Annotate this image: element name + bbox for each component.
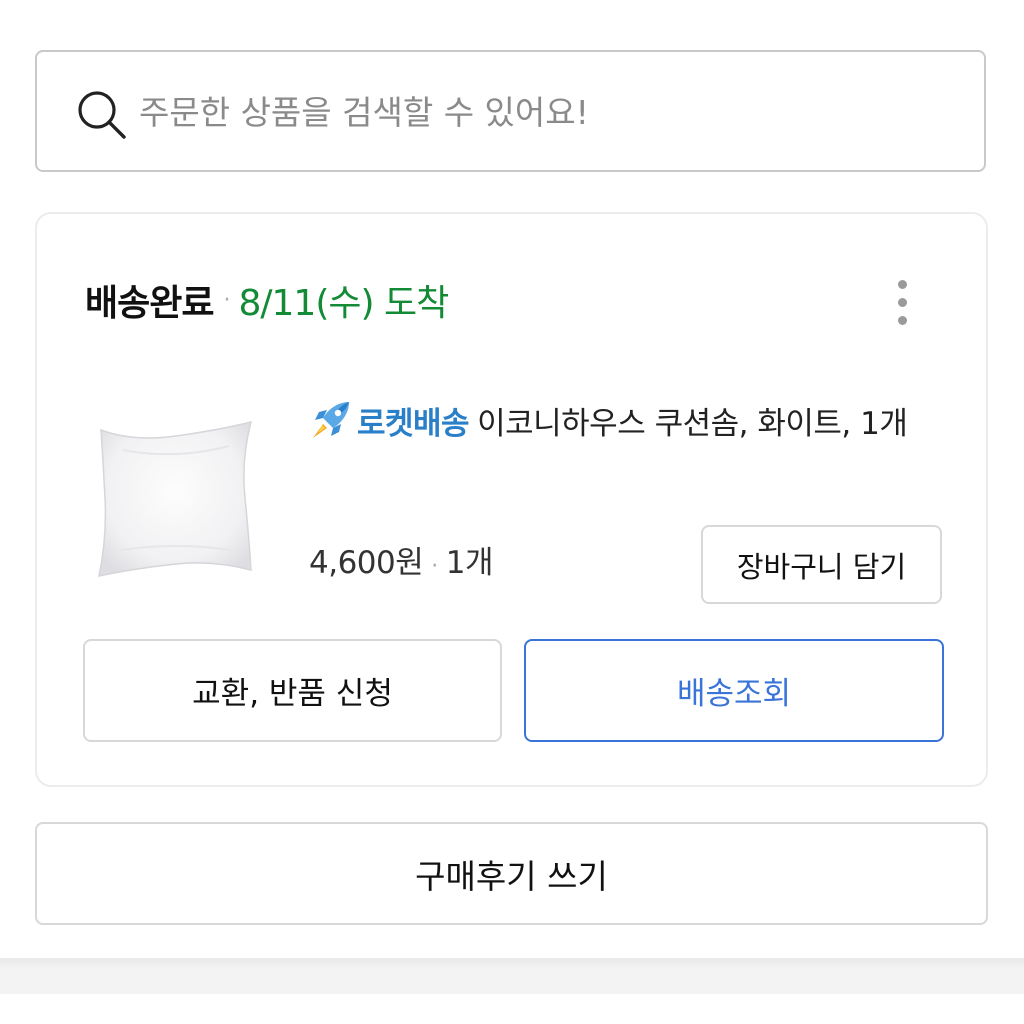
add-to-cart-button[interactable]: 장바구니 담기 (701, 525, 942, 604)
section-divider (0, 958, 1024, 994)
search-input[interactable] (139, 76, 959, 148)
product-image[interactable] (93, 410, 259, 580)
vertical-ellipsis-icon (898, 280, 907, 289)
order-search-bar[interactable] (35, 50, 986, 172)
search-icon (78, 91, 126, 139)
product-name: 이코니하우스 쿠션솜, 화이트, 1개 (477, 406, 908, 442)
vertical-ellipsis-icon (898, 298, 907, 307)
price-row: 4,600원 · 1개 (309, 537, 494, 582)
status-separator: · (223, 287, 231, 313)
product-title[interactable]: 로켓배송 이코니하우스 쿠션솜, 화이트, 1개 (309, 392, 959, 456)
rocket-icon (313, 402, 349, 438)
track-delivery-button[interactable]: 배송조회 (524, 639, 944, 742)
delivery-status-row: 배송완료 · 8/11(수) 도착 (85, 276, 449, 324)
more-options-button[interactable] (885, 272, 921, 332)
product-quantity: 1개 (445, 545, 494, 581)
product-price: 4,600원 (309, 545, 424, 581)
delivery-status: 배송완료 (85, 283, 214, 324)
exchange-return-button[interactable]: 교환, 반품 신청 (83, 639, 502, 742)
price-separator: · (431, 554, 438, 579)
rocket-delivery-label: 로켓배송 (357, 406, 470, 442)
vertical-ellipsis-icon (898, 316, 907, 325)
order-card: 배송완료 · 8/11(수) 도착 로켓배송 이코니하우스 쿠션솜, 화이트, … (35, 212, 988, 787)
write-review-button[interactable]: 구매후기 쓰기 (35, 822, 988, 925)
arrival-date: 8/11(수) 도착 (238, 283, 449, 324)
